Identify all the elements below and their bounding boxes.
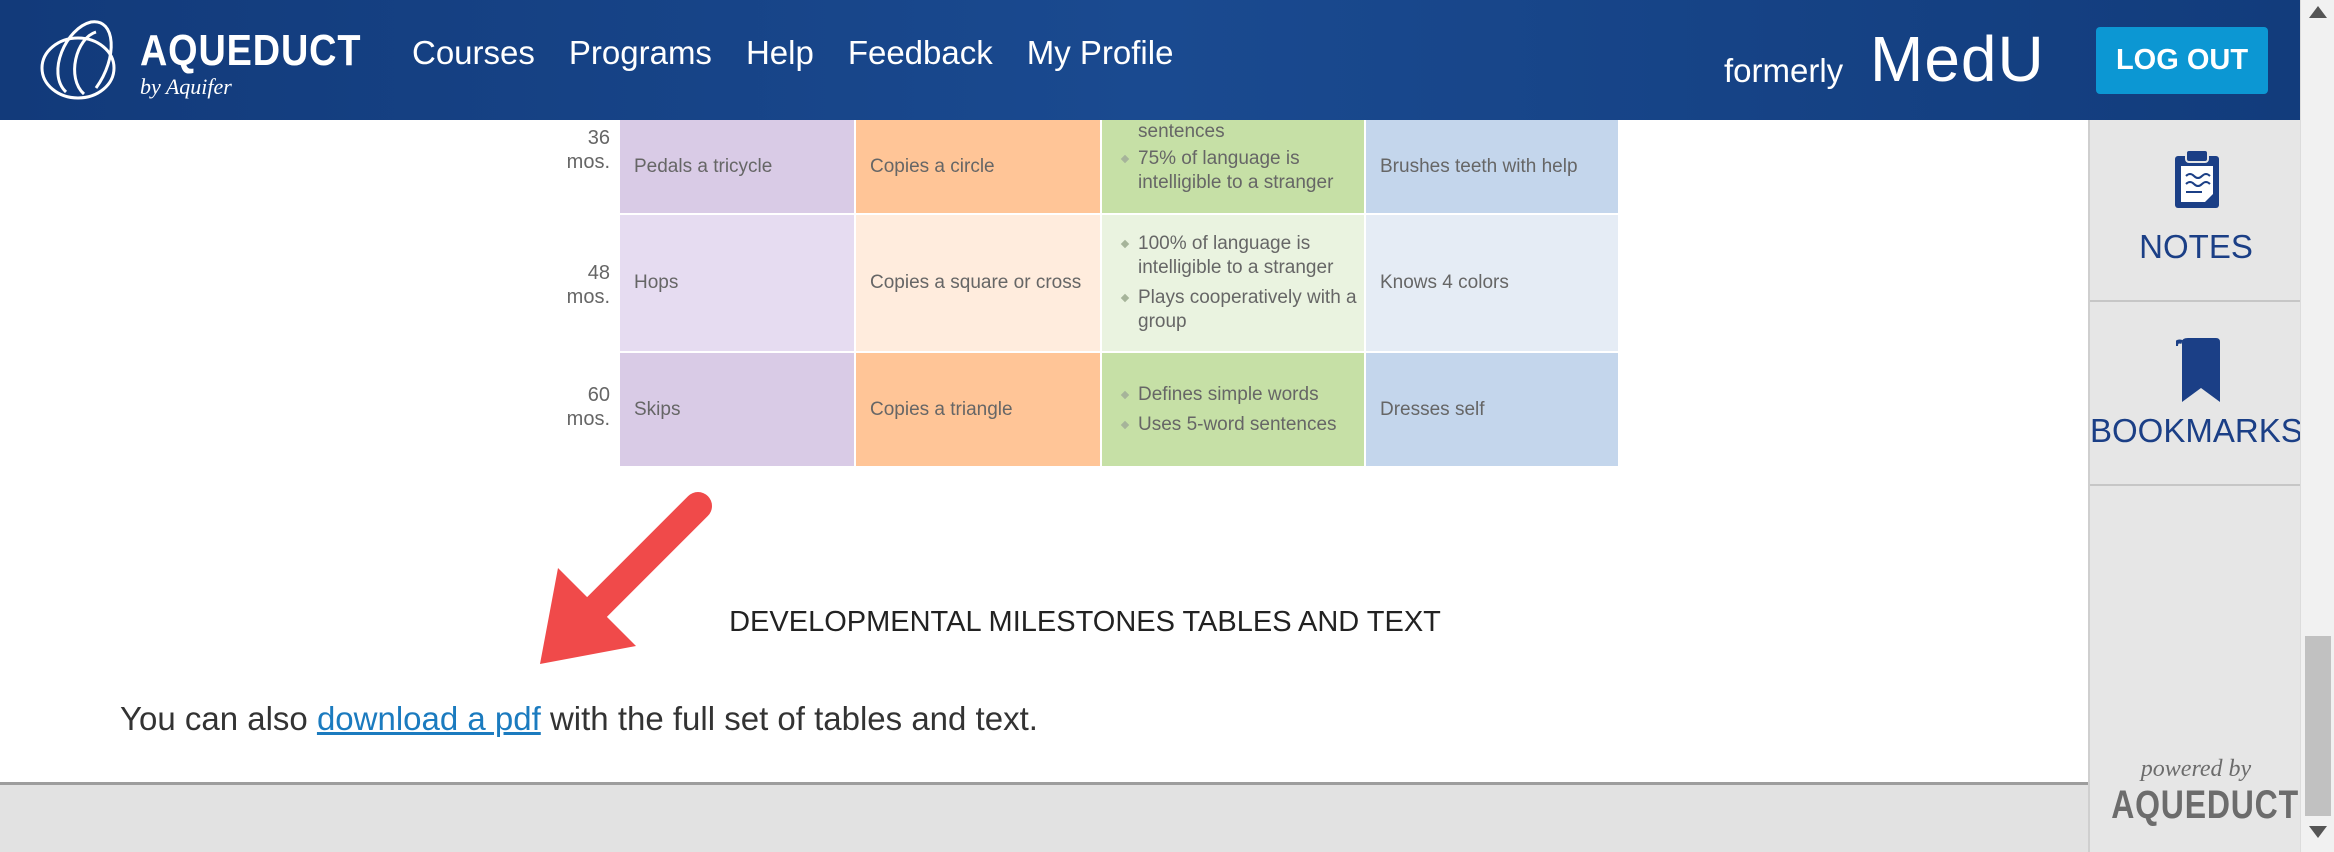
language-cell: sentences 75% of language is intelligibl… — [1102, 120, 1364, 213]
cell-text: Brushes teeth with help — [1380, 155, 1578, 177]
scroll-thumb[interactable] — [2305, 636, 2331, 816]
list-item: Plays cooperatively with a group — [1120, 286, 1364, 334]
clipboard-icon — [2175, 149, 2219, 208]
fine-motor-cell: Copies a triangle — [856, 353, 1100, 466]
social-cell: Knows 4 colors — [1366, 215, 1618, 351]
gross-motor-cell: Pedals a tricycle — [620, 120, 854, 213]
language-cell: Defines simple words Uses 5-word sentenc… — [1102, 353, 1364, 466]
scroll-up-icon[interactable] — [2309, 6, 2327, 18]
vertical-scrollbar[interactable] — [2300, 0, 2334, 852]
medu-brand: MedU — [1870, 23, 2045, 95]
download-paragraph: You can also download a pdf with the ful… — [120, 700, 1038, 738]
para-text: with the full set of tables and text. — [540, 700, 1038, 737]
app-window: AQUEDUCT by Aquifer Courses Programs Hel… — [0, 0, 2334, 852]
social-cell: Brushes teeth with help — [1366, 120, 1618, 213]
notes-label: NOTES — [2139, 228, 2253, 265]
bookmark-icon — [2176, 338, 2220, 402]
main-nav: Courses Programs Help Feedback My Profil… — [412, 34, 1173, 72]
red-arrow-icon — [540, 492, 712, 664]
fine-motor-cell: Copies a circle — [856, 120, 1100, 213]
table-row: 36 mos. Pedals a tricycle Copies a circl… — [560, 120, 1620, 213]
powered-by-aqueduct: powered by AQUEDUCT — [2090, 756, 2302, 828]
right-sidebar: NOTES BOOKMARKS powered by AQUEDUCT — [2088, 120, 2303, 852]
cell-text: Copies a triangle — [870, 398, 1013, 420]
table-row: 60 mos. Skips Copies a triangle Defines … — [560, 353, 1620, 466]
nav-my-profile[interactable]: My Profile — [1027, 34, 1174, 72]
list-item: 100% of language is intelligible to a st… — [1120, 232, 1364, 280]
aqueduct-logo[interactable]: AQUEDUCT by Aquifer — [36, 18, 360, 104]
para-text: You can also — [120, 700, 317, 737]
bookmarks-button[interactable]: BOOKMARKS — [2090, 304, 2303, 486]
list-item: Uses 5-word sentences — [1120, 413, 1337, 437]
age-label: 36 mos. — [560, 126, 610, 174]
language-cell: 100% of language is intelligible to a st… — [1102, 215, 1364, 351]
list-item: 75% of language is intelligible to a str… — [1120, 147, 1364, 195]
age-value: 60 — [587, 384, 610, 406]
aqueduct-swirl-icon — [40, 20, 116, 100]
nav-help[interactable]: Help — [746, 34, 814, 72]
gross-motor-cell: Hops — [620, 215, 854, 351]
scroll-down-icon[interactable] — [2309, 826, 2327, 838]
cell-text: Dresses self — [1380, 398, 1485, 420]
nav-feedback[interactable]: Feedback — [848, 34, 993, 72]
logo-tagline: by Aquifer — [140, 74, 232, 99]
table-row: 48 mos. Hops Copies a square or cross 10… — [560, 215, 1620, 351]
nav-courses[interactable]: Courses — [412, 34, 535, 72]
section-title: DEVELOPMENTAL MILESTONES TABLES AND TEXT — [729, 606, 1441, 638]
formerly-label: formerly — [1724, 52, 1844, 89]
age-label: 48 mos. — [560, 261, 610, 309]
cell-text: Pedals a tricycle — [634, 155, 773, 177]
age-unit: mos. — [566, 151, 610, 173]
list-item: Defines simple words — [1120, 383, 1319, 407]
age-label: 60 mos. — [560, 383, 610, 431]
cell-text: Skips — [634, 398, 681, 420]
age-unit: mos. — [566, 408, 610, 430]
gross-motor-cell: Skips — [620, 353, 854, 466]
cell-text: Knows 4 colors — [1380, 272, 1509, 293]
top-header: AQUEDUCT by Aquifer Courses Programs Hel… — [0, 0, 2300, 120]
logo-wordmark: AQUEDUCT — [140, 26, 362, 75]
notes-button[interactable]: NOTES — [2090, 120, 2302, 302]
footer-strip — [0, 782, 2088, 852]
cell-text: Hops — [634, 272, 679, 293]
age-unit: mos. — [566, 286, 610, 308]
cell-text: sentences — [1138, 121, 1225, 142]
bookmarks-label: BOOKMARKS — [2090, 412, 2303, 449]
social-cell: Dresses self — [1366, 353, 1618, 466]
cell-text: Copies a square or cross — [870, 272, 1082, 293]
main-content: 36 mos. Pedals a tricycle Copies a circl… — [0, 120, 2088, 784]
download-pdf-link[interactable]: download a pdf — [317, 700, 541, 737]
age-value: 48 — [587, 262, 610, 284]
logout-button[interactable]: LOG OUT — [2096, 27, 2268, 94]
powered-by-text: powered by — [2140, 756, 2252, 782]
age-value: 36 — [587, 127, 610, 149]
nav-programs[interactable]: Programs — [569, 34, 712, 72]
cell-text: Copies a circle — [870, 155, 995, 177]
powered-by-brand: AQUEDUCT — [2111, 783, 2299, 827]
fine-motor-cell: Copies a square or cross — [856, 215, 1100, 351]
